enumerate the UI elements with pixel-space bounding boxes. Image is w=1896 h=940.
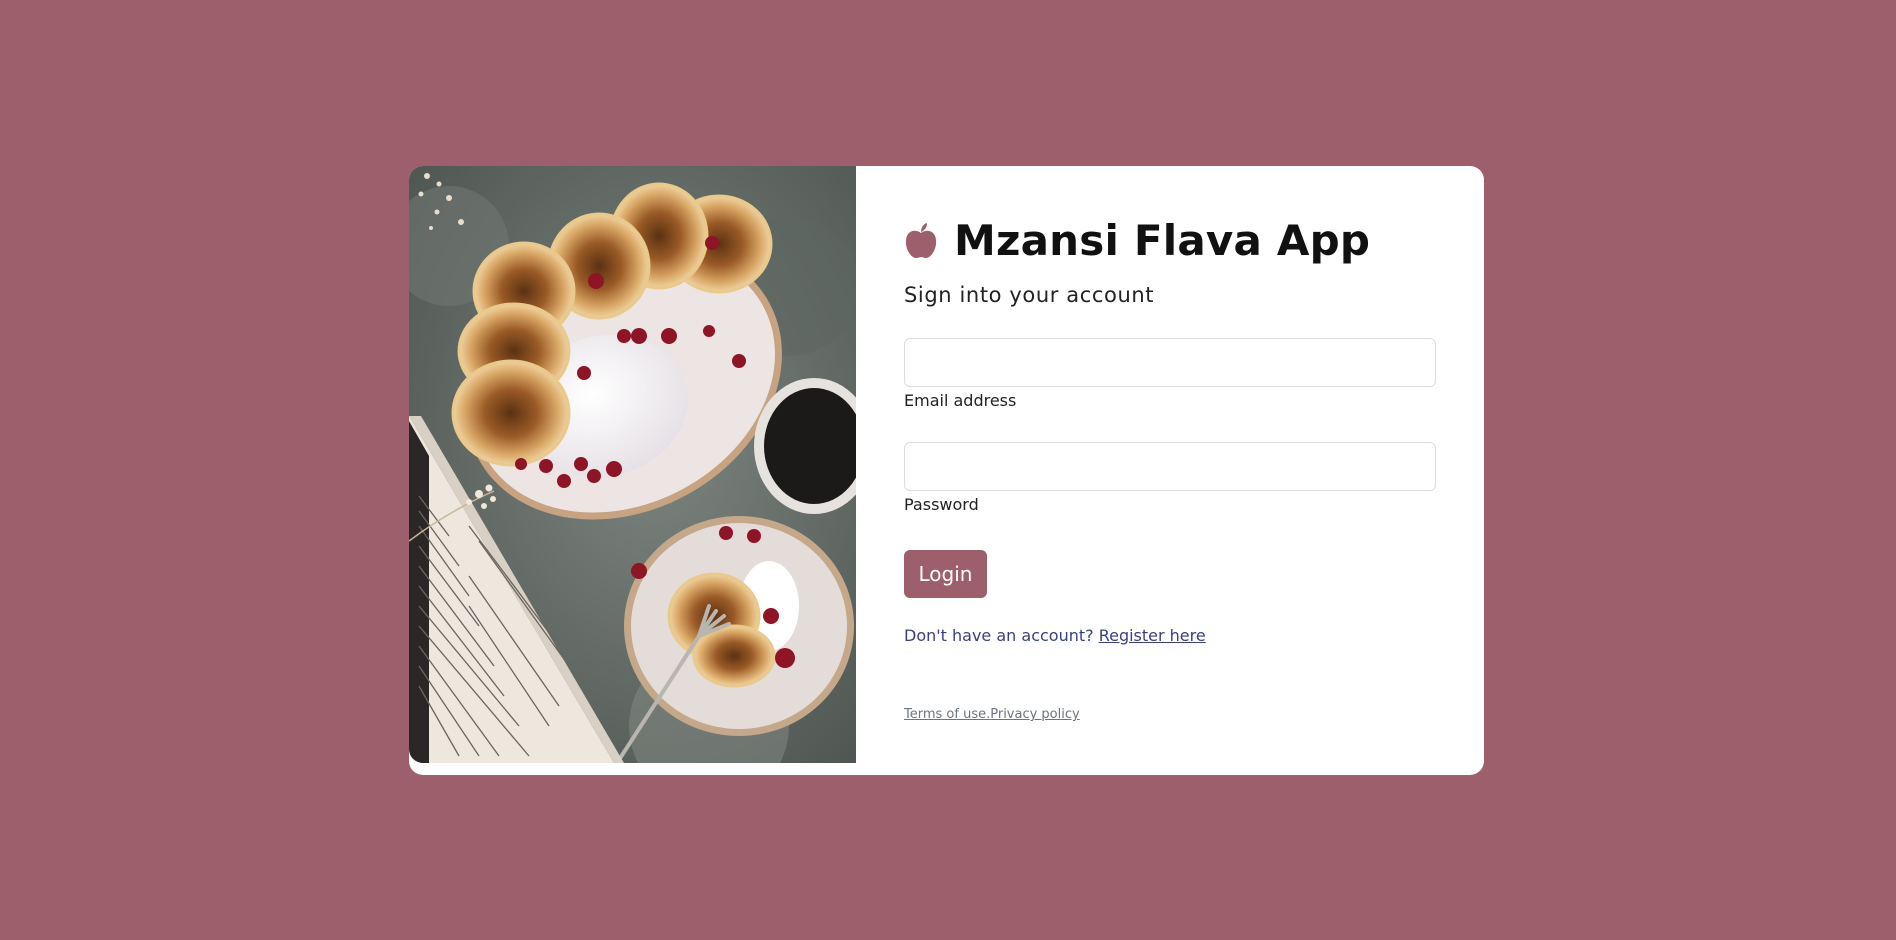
email-field[interactable]: [904, 338, 1436, 387]
email-group: Email address: [904, 338, 1436, 410]
food-photo: [409, 166, 856, 763]
terms-link[interactable]: Terms of use.: [904, 707, 990, 722]
password-field[interactable]: [904, 442, 1436, 491]
password-group: Password: [904, 442, 1436, 514]
brand-title: Mzansi Flava App: [954, 216, 1371, 265]
register-prompt-row: Don't have an account? Register here: [904, 626, 1206, 645]
footer-links: Terms of use.Privacy policy: [904, 707, 1080, 722]
privacy-link[interactable]: Privacy policy: [990, 707, 1079, 722]
login-button[interactable]: Login: [904, 550, 987, 598]
register-prompt-text: Don't have an account?: [904, 626, 1099, 645]
brand-header: Mzansi Flava App: [904, 216, 1370, 265]
login-form-panel: Mzansi Flava App Sign into your account …: [856, 166, 1484, 775]
email-label: Email address: [904, 391, 1017, 410]
page-subtitle: Sign into your account: [904, 283, 1155, 307]
password-label: Password: [904, 495, 979, 514]
login-card: Mzansi Flava App Sign into your account …: [409, 166, 1484, 775]
login-page: Mzansi Flava App Sign into your account …: [0, 0, 1896, 940]
apple-icon: [905, 222, 937, 258]
register-link[interactable]: Register here: [1099, 626, 1206, 645]
